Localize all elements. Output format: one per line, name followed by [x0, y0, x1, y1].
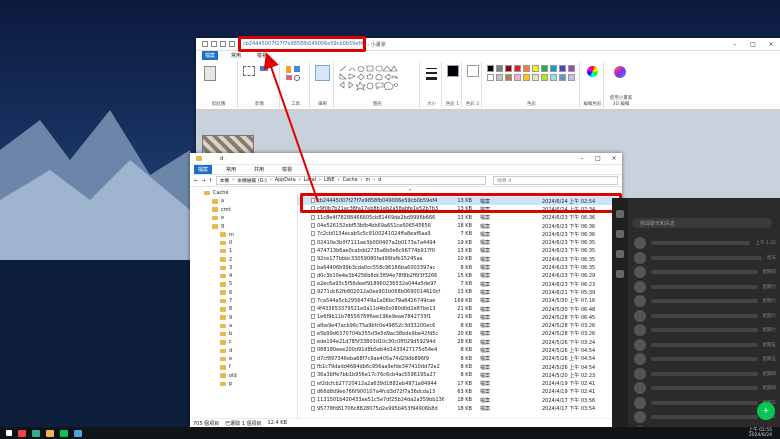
chat-list-item[interactable]: 星期日	[634, 265, 776, 279]
avatar	[634, 382, 646, 394]
chat-time: 星期五	[762, 357, 777, 362]
avatar	[634, 309, 646, 322]
chat-name-blurred	[651, 357, 758, 361]
chat-list-item[interactable]: 星期三	[634, 396, 776, 410]
clock-date: 2024/6/24	[748, 433, 772, 438]
avatar	[634, 295, 646, 307]
avatar	[634, 251, 646, 264]
chat-time: 上午 1:35	[755, 241, 776, 246]
line-sidebar	[612, 198, 628, 428]
taskbar-line-icon[interactable]	[60, 429, 68, 437]
chat-list-item[interactable]: 星期三	[634, 410, 776, 424]
chat-list-item[interactable]: 星期五	[634, 352, 776, 366]
chat-time: 星期六	[762, 313, 777, 319]
chat-list-item[interactable]: 星期四	[634, 381, 776, 395]
chat-name-blurred	[651, 400, 758, 405]
line-chat-window: 搜尋聊天和訊息 上午 1:35 昨天 星期日 星期六 星期六 星期六 星期六 星期五 星期五 星期…	[612, 198, 780, 438]
chat-list-item[interactable]: 上午 1:35	[634, 236, 776, 250]
avatar	[634, 411, 646, 423]
avatar	[634, 266, 646, 278]
add-friend-icon[interactable]	[616, 250, 624, 258]
taskbar-paint-icon[interactable]	[74, 429, 82, 437]
chat-list-item[interactable]: 星期六	[634, 294, 776, 308]
avatar	[634, 367, 646, 380]
avatar	[634, 324, 646, 336]
avatar	[634, 396, 646, 409]
chat-list-item[interactable]: 星期六	[634, 309, 776, 323]
chat-list-item[interactable]: 星期六	[634, 280, 776, 294]
chat-list-item[interactable]: 星期四	[634, 367, 776, 381]
avatar	[634, 237, 646, 249]
line-search-input[interactable]: 搜尋聊天和訊息	[632, 218, 772, 228]
friends-icon[interactable]	[616, 210, 624, 218]
start-icon[interactable]	[6, 430, 12, 436]
taskbar-app-icon[interactable]	[32, 429, 40, 437]
chat-name-blurred	[651, 270, 758, 274]
avatar	[634, 353, 646, 365]
taskbar-explorer-icon[interactable]	[46, 429, 54, 437]
chat-time: 星期五	[762, 342, 777, 348]
chat-name-blurred	[651, 313, 758, 318]
avatar	[634, 338, 646, 351]
taskbar-app-icon[interactable]	[18, 429, 26, 437]
more-icon[interactable]	[616, 270, 624, 278]
new-chat-button[interactable]: +	[757, 402, 775, 420]
chat-time: 昨天	[767, 255, 776, 261]
chat-list-item[interactable]: 昨天	[634, 251, 776, 265]
taskbar: 上午 02:55 2024/6/24	[0, 427, 780, 439]
system-clock[interactable]: 上午 02:55 2024/6/24	[749, 428, 772, 438]
chat-name-blurred	[651, 299, 758, 303]
chat-name-blurred	[651, 284, 758, 289]
chat-name-blurred	[651, 386, 758, 390]
chat-time: 星期日	[762, 270, 777, 275]
chat-time: 星期四	[762, 371, 777, 377]
chat-list-item[interactable]: 星期六	[634, 323, 776, 337]
chat-time: 星期六	[762, 328, 777, 333]
chat-name-blurred	[651, 415, 758, 419]
chat-list-item[interactable]: 星期五	[634, 338, 776, 352]
chat-time: 星期六	[762, 299, 777, 304]
avatar	[634, 280, 646, 293]
chat-name-blurred	[651, 241, 751, 245]
chat-time: 星期四	[762, 386, 777, 391]
chats-icon[interactable]	[616, 230, 624, 238]
chat-name-blurred	[651, 255, 762, 260]
chat-time: 星期六	[762, 284, 777, 290]
chat-name-blurred	[651, 328, 758, 332]
chat-name-blurred	[651, 342, 758, 347]
chat-name-blurred	[651, 371, 758, 376]
